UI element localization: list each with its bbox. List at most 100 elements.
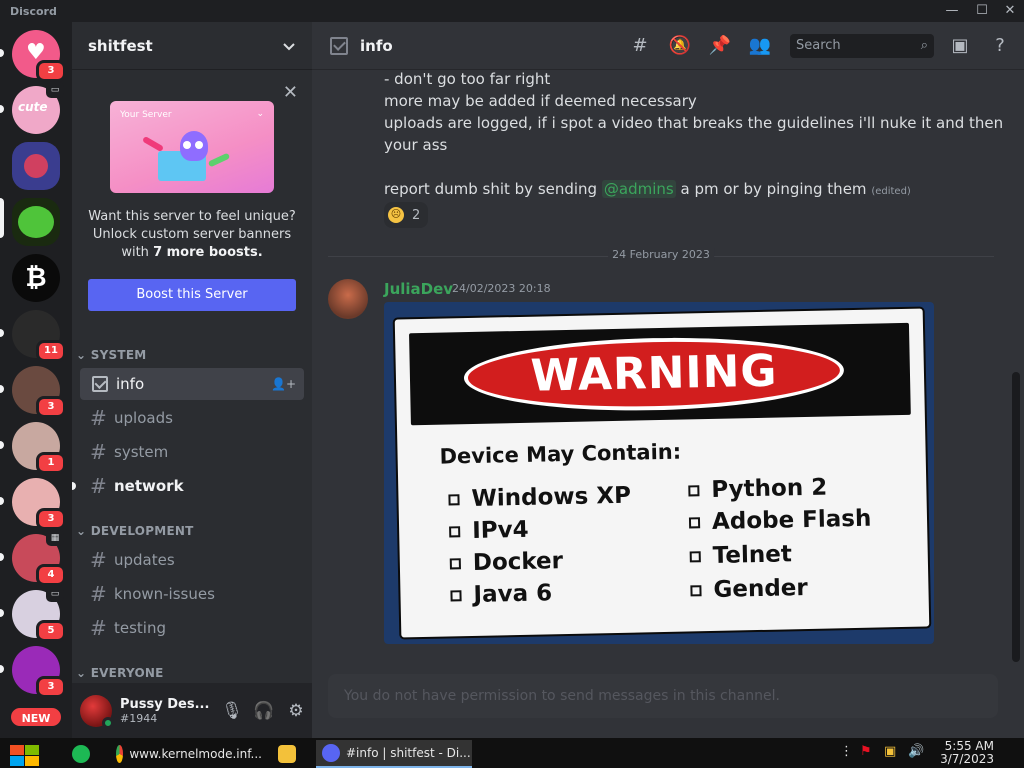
volume-icon[interactable]: 🔊 [908,744,924,759]
chat-area: info # 🔕 📌 👥 Search ⌕ ▣ ? - don't go too… [312,22,1024,738]
hash-icon: # [90,548,107,572]
calendar-icon: ▦ [46,530,64,546]
mute-bell-icon[interactable]: 🔕 [666,32,694,60]
microphone-icon[interactable]: 🎙 [216,695,248,727]
windows-start-icon[interactable] [8,743,40,767]
notification-icon[interactable]: ▣ [884,744,896,759]
unread-pill [0,105,4,113]
minimize-button[interactable]: — [942,2,962,20]
server-icon-selected[interactable] [12,198,60,246]
date-label: 24 February 2023 [608,248,714,261]
message-text: your ass [384,136,448,154]
chevron-down-icon: ⌄ [76,348,87,362]
unread-pill [0,665,4,673]
server-icon[interactable]: ♥ 3 [12,30,66,82]
image-attachment[interactable]: WARNING Device May Contain: Windows XP I… [384,302,934,644]
channel-system[interactable]: # system [80,436,304,468]
mention-badge: 11 [36,340,66,362]
boost-server-button[interactable]: Boost this Server [88,279,296,311]
member-list-icon[interactable]: 👥 [746,32,774,60]
hash-icon: # [90,474,107,498]
selected-pill [0,198,4,238]
server-header[interactable]: shitfest [72,22,312,70]
category-system[interactable]: ⌄ SYSTEM [76,348,146,362]
warning-item: Docker [472,548,564,576]
channel-updates[interactable]: # updates [80,544,304,576]
scrollbar[interactable] [1012,372,1020,662]
mention-badge: 3 [36,676,66,698]
app-brand: Discord [10,5,57,18]
channel-label: info [116,375,145,393]
server-icon[interactable]: ▦ 4 [12,530,66,586]
clock-date: 3/7/2023 [940,752,994,766]
rules-channel-icon [92,376,108,392]
unread-indicator [72,482,76,490]
server-icon[interactable]: 3 [12,478,66,530]
new-unreads-badge[interactable]: NEW [9,706,63,728]
category-development[interactable]: ⌄ DEVELOPMENT [76,524,194,538]
server-icon[interactable]: 11 [12,310,66,362]
avatar[interactable] [328,279,368,319]
channel-uploads[interactable]: # uploads [80,402,304,434]
system-clock[interactable]: 5:55 AM 3/7/2023 [940,740,994,766]
boost-line-3: with [121,245,149,260]
pin-icon[interactable]: 📌 [706,32,734,60]
help-icon[interactable]: ? [986,32,1014,60]
channel-info[interactable]: info 👤+ [80,368,304,400]
reaction-pill[interactable]: ☹ 2 [384,202,428,228]
taskbar-app-explorer[interactable] [272,740,308,768]
server-icon[interactable]: 3 [12,646,66,698]
channel-label: testing [114,619,167,637]
trollface-icon [18,206,54,238]
message-author[interactable]: JuliaDev [384,280,453,298]
taskbar-app-label: www.kernelmode.inf... [129,747,262,761]
server-icon[interactable]: ▭ 5 [12,586,66,642]
taskbar-app-chrome[interactable]: www.kernelmode.inf... [110,740,262,768]
channel-known-issues[interactable]: # known-issues [80,578,304,610]
taskbar-app-spotify[interactable] [66,740,106,768]
server-logo-text: cute [18,100,48,114]
mention-badge: 1 [36,452,66,474]
server-icon[interactable]: 1 [12,422,66,474]
invite-icon[interactable]: 👤+ [271,377,296,391]
overflow-icon[interactable]: ⋮ [840,744,853,759]
headphones-icon[interactable]: 🎧 [248,695,280,727]
channel-network[interactable]: # network [72,470,304,502]
worried-face-icon: ☹ [388,207,404,223]
avatar[interactable] [80,694,114,729]
mascot-illustration [180,131,208,161]
channel-testing[interactable]: # testing [80,612,304,644]
channel-label: network [114,477,184,495]
channel-label: updates [114,551,175,569]
search-input[interactable]: Search ⌕ [790,34,934,58]
close-icon[interactable]: ✕ [283,82,298,103]
rules-channel-icon [330,36,348,55]
gear-icon[interactable]: ⚙ [280,695,312,727]
chevron-down-icon: ⌄ [76,666,87,680]
message-text: more may be added if deemed necessary [384,92,697,110]
flag-icon[interactable]: ⚑ [860,744,872,759]
mention-badge: 5 [36,620,66,642]
user-info[interactable]: Pussy Des... #1944 [120,697,216,725]
threads-icon[interactable]: # [626,32,654,60]
role-mention[interactable]: @admins [601,180,676,198]
banner-preview: Your Server ⌄ [110,101,274,193]
boost-description: Want this server to feel unique? Unlock … [82,208,302,262]
maximize-button[interactable]: ☐ [972,2,992,20]
server-icon[interactable]: cute ▭ [12,82,64,134]
spotify-icon [72,745,90,763]
mention-badge: 3 [36,508,66,530]
bitcoin-icon: ₿ [25,263,47,293]
category-everyone[interactable]: ⌄ EVERYONE [76,666,164,680]
server-icon[interactable]: ₿ [12,254,60,302]
boost-upsell-card: ✕ Your Server ⌄ Want this server to feel… [72,70,312,326]
server-icon[interactable]: 3 [12,366,66,418]
inbox-icon[interactable]: ▣ [946,32,974,60]
message-text: - don't go too far right [384,70,551,88]
server-icon[interactable] [12,142,60,190]
warning-subhead: Device May Contain: [439,439,682,469]
taskbar-app-discord[interactable]: #info | shitfest - Di... [316,740,472,768]
mention-badge: 3 [36,396,66,418]
chevron-down-icon: ⌄ [256,109,264,119]
close-window-button[interactable]: ✕ [1000,2,1020,20]
